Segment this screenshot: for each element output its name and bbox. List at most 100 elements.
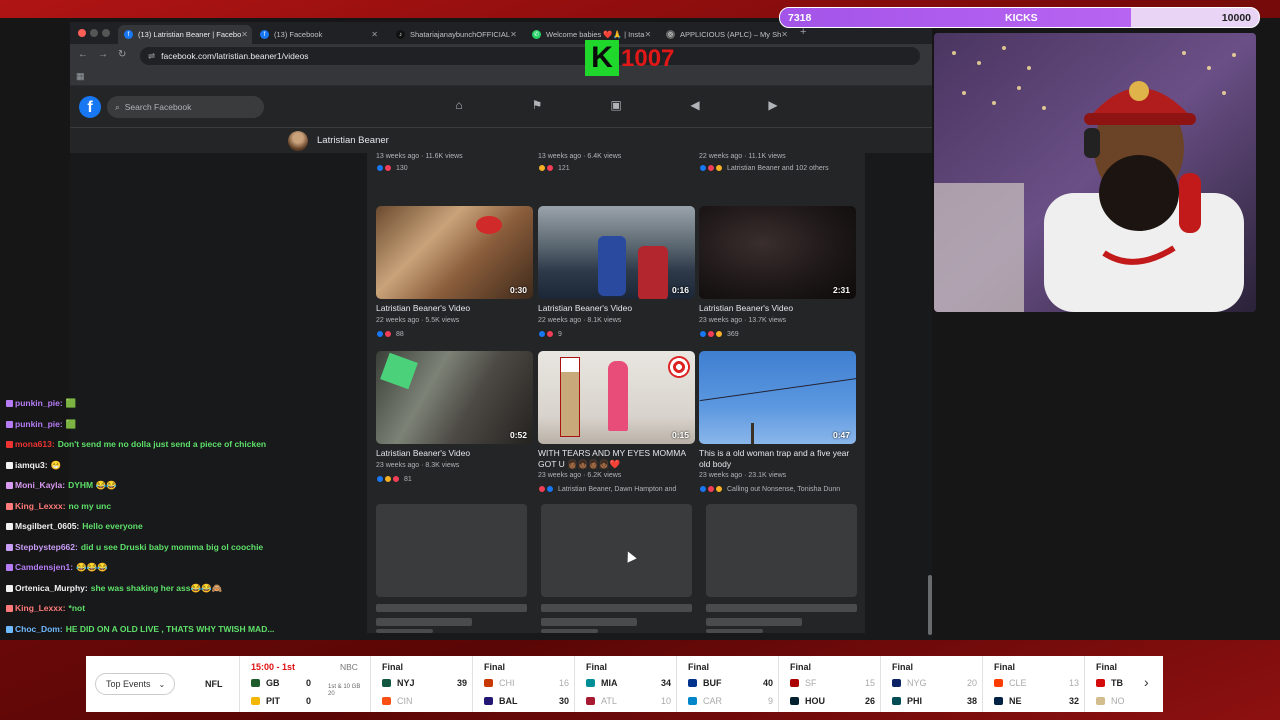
- like-reaction-icon: [699, 164, 707, 172]
- chat-username[interactable]: King_Lexxx:: [15, 501, 66, 511]
- video-meta: 22 weeks ago · 11.1K views: [699, 153, 786, 160]
- team-name: CIN: [397, 696, 413, 706]
- league-label: NFL: [205, 679, 223, 689]
- chat-username[interactable]: Moni_Kayla:: [15, 480, 65, 490]
- grad-sign: [560, 357, 580, 437]
- megaphone-icon[interactable]: ◀: [687, 98, 703, 114]
- reaction-count: Latristian Beaner and 102 others: [727, 164, 829, 172]
- chat-text: no my unc: [68, 500, 112, 511]
- page-scrollbar[interactable]: [928, 575, 932, 635]
- chat-message: King_Lexxx: *not: [6, 603, 85, 613]
- chat-text: Don't send me no dolla just send a piece…: [57, 439, 267, 449]
- chat-username[interactable]: Msgilbert_0605:: [15, 521, 79, 531]
- game-status: Final: [892, 662, 914, 672]
- tab-applicious[interactable]: ◎ APPLICIOUS (APLC) – My Sh ✕: [660, 25, 788, 44]
- top-events-dropdown[interactable]: Top Events ⌄: [95, 673, 175, 695]
- video-thumbnail[interactable]: 0:30: [376, 206, 533, 299]
- game-score-card[interactable]: Final SF 15 HOU 26: [778, 656, 880, 712]
- game-score-card[interactable]: Final NYG 20 PHI 38: [880, 656, 982, 712]
- profile-name[interactable]: Latristian Beaner: [317, 135, 389, 146]
- chat-badge-icon: [6, 461, 13, 469]
- team-score: 15: [864, 678, 875, 688]
- reactions: 121: [538, 164, 570, 172]
- flag-icon[interactable]: ⚑: [529, 98, 545, 114]
- chat-username[interactable]: mona613:: [15, 439, 55, 449]
- team-name: TB: [1111, 678, 1123, 688]
- chat-username[interactable]: Ortenica_Murphy:: [15, 583, 88, 593]
- team-logo-icon: [892, 679, 901, 687]
- close-icon[interactable]: ✕: [510, 30, 517, 39]
- video-duration: 2:31: [832, 285, 850, 295]
- video-title[interactable]: Latristian Beaner's Video: [699, 303, 859, 314]
- chat-message: Msgilbert_0605: Hello everyone: [6, 521, 143, 531]
- video-thumbnail[interactable]: 0:15: [538, 351, 695, 444]
- video-thumbnail[interactable]: 0:52: [376, 351, 533, 444]
- video-title[interactable]: WITH TEARS AND MY EYES MOMMA GOT U 👩🏾‍👧🏾…: [538, 448, 698, 470]
- apps-grid-icon[interactable]: ▦: [76, 71, 85, 82]
- close-window-dot[interactable]: [78, 29, 86, 37]
- tab-latristian[interactable]: f (13) Latristian Beaner | Facebo ✕: [118, 25, 252, 44]
- team-name: MIA: [601, 678, 618, 688]
- chat-username[interactable]: King_Lexxx:: [15, 603, 66, 613]
- game-score-card[interactable]: Final CLE 13 NE 32: [982, 656, 1084, 712]
- chat-username[interactable]: punkin_pie:: [15, 419, 63, 429]
- video-thumbnail[interactable]: 2:31: [699, 206, 856, 299]
- video-title[interactable]: Latristian Beaner's Video: [376, 303, 536, 314]
- game-score-card[interactable]: Final CHI 16 BAL 30: [472, 656, 574, 712]
- facebook-logo-icon[interactable]: f: [79, 96, 101, 118]
- team-score: 40: [762, 678, 773, 688]
- url-input[interactable]: ⇌ facebook.com/latristian.beaner1/videos: [140, 47, 920, 65]
- chat-username[interactable]: Choc_Dom:: [15, 624, 63, 634]
- team-score: 38: [966, 696, 977, 706]
- chat-text: Hello everyone: [82, 521, 143, 531]
- video-thumbnail[interactable]: 0:16: [538, 206, 695, 299]
- home-icon[interactable]: ⌂: [451, 98, 467, 114]
- reactions: 88: [376, 330, 404, 338]
- game-score-card[interactable]: Final MIA 34 ATL 10: [574, 656, 676, 712]
- video-icon[interactable]: ▶: [765, 98, 781, 114]
- team-score: 26: [864, 696, 875, 706]
- chat-username[interactable]: Stepbystep662:: [15, 542, 78, 552]
- search-input[interactable]: ⌕ Search Facebook: [107, 96, 264, 118]
- forward-icon[interactable]: →: [98, 49, 108, 60]
- chat-username[interactable]: punkin_pie:: [15, 398, 63, 408]
- marketplace-icon[interactable]: ▣: [608, 98, 624, 114]
- video-thumbnail[interactable]: 0:47: [699, 351, 856, 444]
- back-icon[interactable]: ←: [78, 49, 88, 60]
- video-title[interactable]: This is a old woman trap and a five year…: [699, 448, 859, 470]
- game-score-card[interactable]: 15:00 - 1st NBC 1st & 10 GB 20 GB 0 PIT 0: [239, 656, 370, 712]
- game-status: Final: [688, 662, 710, 672]
- chat-text: 😂😂😂: [76, 562, 108, 572]
- team-score: 39: [456, 678, 467, 688]
- reactions: 369: [699, 330, 739, 338]
- video-title[interactable]: Latristian Beaner's Video: [376, 448, 536, 459]
- team-name: HOU: [805, 696, 825, 706]
- chat-username[interactable]: Camdensjen1:: [15, 562, 73, 572]
- chevron-right-icon[interactable]: ›: [1144, 674, 1149, 690]
- close-icon[interactable]: ✕: [241, 30, 248, 39]
- team-name: CAR: [703, 696, 723, 706]
- tab-tiktok[interactable]: ♪ ShatariajanaybunchOFFICIAL ✕: [390, 25, 520, 44]
- close-icon[interactable]: ✕: [781, 30, 788, 39]
- reaction-count: 130: [396, 164, 408, 172]
- reload-icon[interactable]: ↻: [118, 49, 126, 60]
- chat-username[interactable]: iamqu3:: [15, 460, 48, 470]
- video-title[interactable]: Latristian Beaner's Video: [538, 303, 698, 314]
- close-icon[interactable]: ✕: [644, 30, 651, 39]
- loading-placeholder: [706, 629, 763, 633]
- close-icon[interactable]: ✕: [371, 30, 378, 39]
- zoom-window-dot[interactable]: [102, 29, 110, 37]
- chat-badge-icon: [6, 584, 13, 592]
- team-logo-icon: [586, 697, 595, 705]
- tab-facebook[interactable]: f (13) Facebook ✕: [254, 25, 384, 44]
- loading-placeholder: [706, 604, 857, 612]
- game-score-card[interactable]: Final BUF 40 CAR 9: [676, 656, 778, 712]
- site-info-icon[interactable]: ⇌: [148, 51, 155, 62]
- team-name: SF: [805, 678, 817, 688]
- game-score-card[interactable]: Final TB NO: [1084, 656, 1163, 712]
- team-line: NO: [1096, 696, 1163, 706]
- minimize-window-dot[interactable]: [90, 29, 98, 37]
- avatar[interactable]: [288, 131, 308, 151]
- game-situation: 1st & 10 GB 20: [328, 684, 361, 697]
- game-score-card[interactable]: Final NYJ 39 CIN: [370, 656, 472, 712]
